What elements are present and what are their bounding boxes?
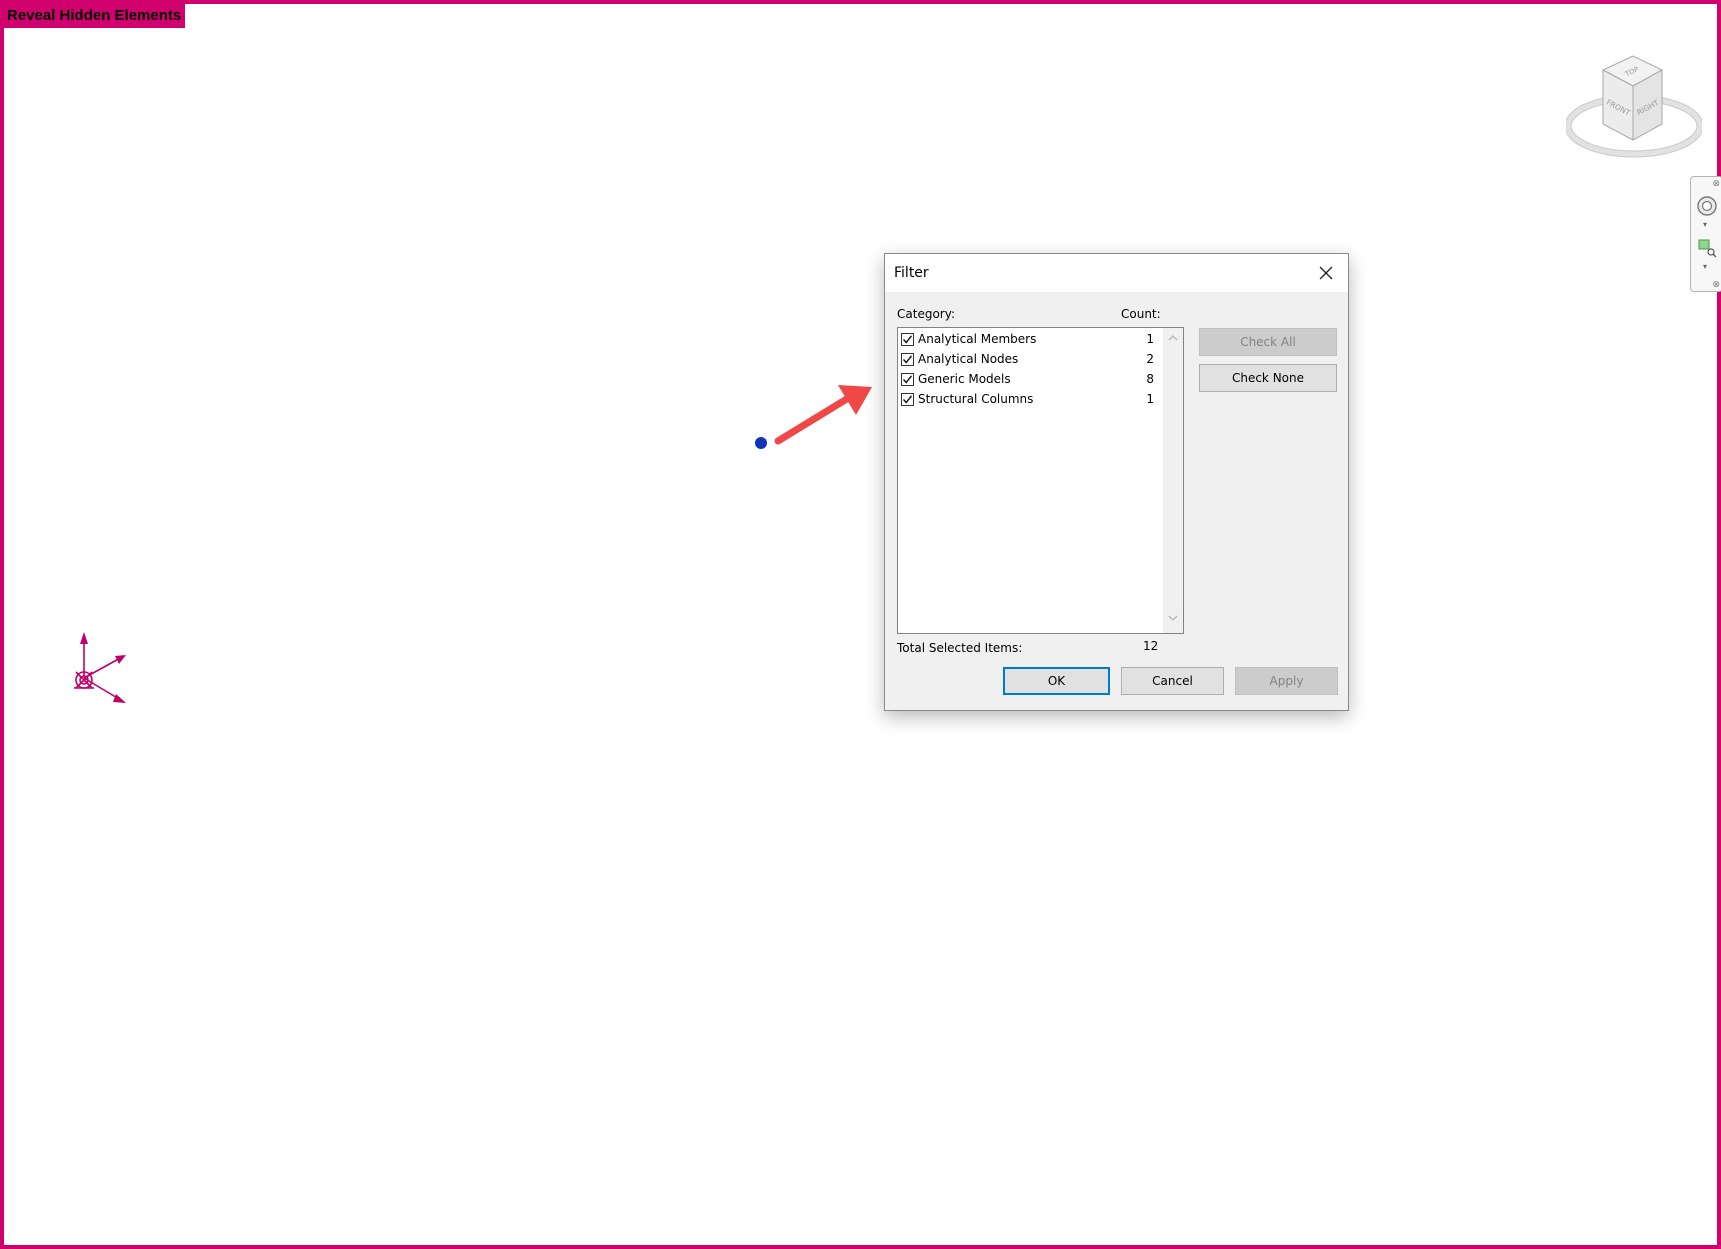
analytical-node-point[interactable] (755, 437, 767, 449)
analytical-nodes-checkbox[interactable] (901, 353, 914, 366)
scroll-up-icon[interactable] (1168, 334, 1178, 341)
list-item-count: 1 (1146, 332, 1154, 346)
apply-button[interactable]: Apply (1235, 667, 1338, 695)
checkmark-icon (902, 335, 913, 344)
count-column-header: Count: (1121, 307, 1161, 321)
check-all-button[interactable]: Check All (1199, 328, 1337, 356)
category-list[interactable]: Analytical Members 1 Analytical Nodes 2 … (897, 327, 1184, 634)
list-item-label: Structural Columns (918, 392, 1034, 406)
checkmark-icon (902, 375, 913, 384)
list-item-structural-columns[interactable]: Structural Columns 1 (898, 390, 1162, 410)
check-none-button[interactable]: Check None (1199, 364, 1337, 392)
list-item-label: Analytical Members (918, 332, 1037, 346)
reveal-hidden-elements-banner: Reveal Hidden Elements (4, 4, 186, 28)
list-item-generic-models[interactable]: Generic Models 8 (898, 370, 1162, 390)
zoom-dropdown-icon[interactable]: ▾ (1703, 263, 1707, 271)
category-column-header: Category: (897, 307, 955, 321)
total-selected-value: 12 (1143, 639, 1159, 653)
navbar-close-icon[interactable]: ⊗ (1712, 179, 1720, 188)
close-button[interactable] (1310, 258, 1342, 288)
close-icon (1319, 266, 1333, 280)
navigation-bar: ⊗ ▾ ▾ ⊗ (1690, 176, 1721, 292)
ok-button[interactable]: OK (1003, 667, 1110, 695)
steering-wheel-icon[interactable] (1696, 195, 1718, 217)
viewcube[interactable]: TOP FRONT RIGHT (1566, 48, 1702, 170)
annotation-arrow (774, 385, 872, 445)
list-item-analytical-members[interactable]: Analytical Members 1 (898, 330, 1162, 350)
steering-wheel-dropdown-icon[interactable]: ▾ (1703, 221, 1707, 229)
checkmark-icon (902, 355, 913, 364)
list-item-label: Analytical Nodes (918, 352, 1019, 366)
checkmark-icon (902, 395, 913, 404)
list-item-count: 1 (1146, 392, 1154, 406)
list-scrollbar[interactable] (1163, 328, 1183, 633)
generic-models-checkbox[interactable] (901, 373, 914, 386)
total-selected-label: Total Selected Items: (897, 641, 1023, 655)
structural-columns-checkbox[interactable] (901, 393, 914, 406)
analytical-members-checkbox[interactable] (901, 333, 914, 346)
navbar-options-icon[interactable]: ⊗ (1712, 280, 1720, 289)
list-item-label: Generic Models (918, 372, 1011, 386)
list-item-count: 8 (1146, 372, 1154, 386)
zoom-region-icon[interactable] (1696, 237, 1718, 259)
filter-dialog: Filter Category: Count: Analytical Membe… (884, 253, 1349, 711)
list-item-count: 2 (1146, 352, 1154, 366)
dialog-titlebar[interactable]: Filter (885, 254, 1348, 292)
drawing-viewport[interactable]: Reveal Hidden Elements TOP FRONT RIGHT ⊗… (0, 0, 1721, 1249)
scroll-down-icon[interactable] (1168, 615, 1178, 622)
cancel-button[interactable]: Cancel (1121, 667, 1224, 695)
coordinate-system-icon (74, 632, 126, 703)
list-item-analytical-nodes[interactable]: Analytical Nodes 2 (898, 350, 1162, 370)
dialog-title: Filter (894, 265, 929, 281)
